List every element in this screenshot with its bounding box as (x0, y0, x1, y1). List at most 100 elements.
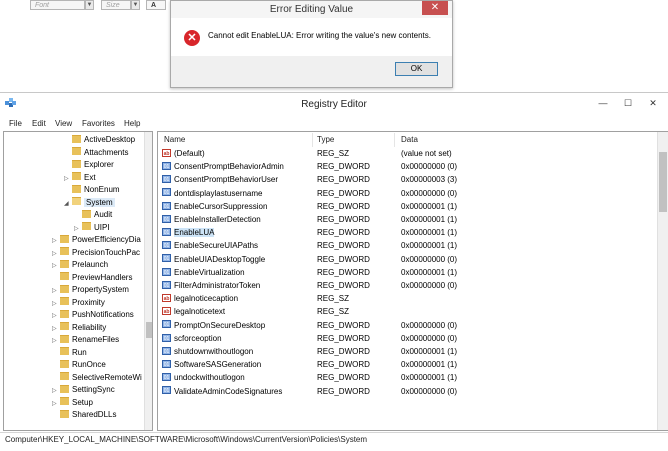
font-size-field[interactable]: Size (101, 0, 131, 10)
values-list-pane[interactable]: Name Type Data ab (Default) REG_SZ (value n… (157, 131, 668, 431)
expand-arrow-icon[interactable]: ▷ (52, 248, 58, 260)
value-type: REG_DWORD (317, 254, 370, 264)
tree-item[interactable]: Run (52, 347, 87, 359)
menu-favorites[interactable]: Favorites (82, 118, 115, 130)
value-row[interactable]: ab (Default) REG_SZ (value not set) (158, 147, 658, 160)
tree-item[interactable]: PreviewHandlers (52, 272, 132, 284)
value-row[interactable]: 01 EnableInstallerDetection REG_DWORD 0x000… (158, 213, 658, 226)
window-titlebar[interactable]: Registry Editor — ☐ ✕ (0, 93, 668, 117)
value-row[interactable]: 01 EnableLUA REG_DWORD 0x00000001 (1) (158, 226, 658, 239)
tree-item[interactable]: RunOnce (52, 359, 106, 371)
column-separator[interactable] (394, 133, 395, 147)
expand-arrow-icon[interactable]: ◢ (64, 198, 70, 210)
menu-help[interactable]: Help (124, 118, 140, 130)
dialog-titlebar[interactable]: Error Editing Value ✕ (171, 1, 452, 18)
string-value-icon: ab (162, 294, 171, 303)
tree-item[interactable]: ◢ System (64, 197, 115, 209)
list-scroll-thumb[interactable] (659, 152, 667, 212)
tree-item[interactable]: ▷ Setup (52, 397, 93, 409)
tree-item[interactable]: ▷ SettingSync (52, 384, 115, 396)
tree-item[interactable]: Audit (74, 209, 112, 221)
value-row[interactable]: 01 FilterAdministratorToken REG_DWORD 0x000… (158, 279, 658, 292)
value-row[interactable]: 01 scforceoption REG_DWORD 0x00000000 (0) (158, 332, 658, 345)
value-type: REG_DWORD (317, 386, 370, 396)
menu-edit[interactable]: Edit (32, 118, 46, 130)
value-row[interactable]: 01 ConsentPromptBehaviorUser REG_DWORD 0x00… (158, 173, 658, 186)
expand-arrow-icon[interactable]: ▷ (64, 173, 70, 185)
tree-vertical-scrollbar[interactable] (144, 132, 152, 430)
value-row[interactable]: 01 EnableSecureUIAPaths REG_DWORD 0x0000000… (158, 239, 658, 252)
column-header-data[interactable]: Data (401, 134, 418, 146)
tree-item-label: RenameFiles (72, 335, 120, 344)
font-dropdown-arrow-icon[interactable]: ▼ (85, 0, 94, 10)
tree-item[interactable]: Explorer (64, 159, 114, 171)
expand-arrow-icon[interactable]: ▷ (52, 335, 58, 347)
tree-item[interactable]: ▷ Ext (64, 172, 96, 184)
value-row[interactable]: ab legalnoticetext REG_SZ (158, 305, 658, 318)
dialog-close-button[interactable]: ✕ (422, 1, 448, 15)
column-separator[interactable] (312, 133, 313, 147)
font-color-button[interactable]: A (146, 0, 166, 10)
value-row[interactable]: 01 dontdisplaylastusername REG_DWORD 0x0000… (158, 187, 658, 200)
menu-view[interactable]: View (55, 118, 72, 130)
string-value-icon: ab (162, 307, 171, 316)
column-header-type[interactable]: Type (317, 134, 334, 146)
value-row[interactable]: ab legalnoticecaption REG_SZ (158, 292, 658, 305)
menu-file[interactable]: File (9, 118, 22, 130)
tree-item[interactable]: ▷ PowerEfficiencyDia (52, 234, 141, 246)
list-vertical-scrollbar[interactable] (657, 132, 668, 430)
expand-arrow-icon[interactable]: ▷ (52, 385, 58, 397)
value-data: 0x00000001 (1) (401, 241, 458, 251)
tree-item[interactable]: ▷ PushNotifications (52, 309, 134, 321)
tree-item[interactable]: ▷ Proximity (52, 297, 105, 309)
value-name: ValidateAdminCodeSignatures (174, 386, 283, 396)
column-header-name[interactable]: Name (164, 134, 185, 146)
folder-icon (72, 134, 81, 143)
tree-item-label: Run (72, 347, 87, 357)
tree-item[interactable]: ▷ PrecisionTouchPac (52, 247, 140, 259)
tree-item[interactable]: NonEnum (64, 184, 120, 196)
value-row[interactable]: 01 shutdownwithoutlogon REG_DWORD 0x0000000… (158, 345, 658, 358)
font-name-field[interactable]: Font (30, 0, 85, 10)
value-row[interactable]: 01 ValidateAdminCodeSignatures REG_DWORD 0x… (158, 385, 658, 398)
window-close-button[interactable]: ✕ (645, 97, 661, 109)
minimize-button[interactable]: — (595, 97, 611, 109)
value-data: 0x00000001 (1) (401, 373, 458, 383)
tree-item-label: SharedDLLs (72, 410, 117, 419)
value-row[interactable]: 01 undockwithoutlogon REG_DWORD 0x00000001 … (158, 371, 658, 384)
expand-arrow-icon[interactable]: ▷ (52, 310, 58, 322)
tree-item[interactable]: SelectiveRemoteWi (52, 372, 142, 384)
tree-scroll-thumb[interactable] (146, 322, 152, 338)
value-row[interactable]: 01 PromptOnSecureDesktop REG_DWORD 0x000000… (158, 319, 658, 332)
expand-arrow-icon[interactable]: ▷ (52, 398, 58, 410)
ok-button[interactable]: OK (395, 62, 438, 76)
size-dropdown-arrow-icon[interactable]: ▼ (131, 0, 140, 10)
tree-item[interactable]: ▷ RenameFiles (52, 334, 119, 346)
expand-arrow-icon[interactable]: ▷ (74, 223, 80, 235)
tree-item[interactable]: ▷ UIPI (74, 222, 110, 234)
tree-item[interactable]: SharedDLLs (52, 409, 116, 421)
folder-icon (72, 147, 81, 156)
tree-item[interactable]: Attachments (64, 147, 128, 159)
tree-item[interactable]: ▷ Reliability (52, 322, 106, 334)
maximize-button[interactable]: ☐ (620, 97, 636, 109)
value-row[interactable]: 01 EnableCursorSuppression REG_DWORD 0x0000… (158, 200, 658, 213)
expand-arrow-icon[interactable]: ▷ (52, 285, 58, 297)
value-type: REG_DWORD (317, 267, 370, 277)
value-row[interactable]: 01 ConsentPromptBehaviorAdmin REG_DWORD 0x0… (158, 160, 658, 173)
tree-item[interactable]: ▷ PropertySystem (52, 284, 129, 296)
dword-value-icon: 01 (162, 228, 171, 237)
value-row[interactable]: 01 EnableVirtualization REG_DWORD 0x0000000… (158, 266, 658, 279)
tree-item[interactable]: ActiveDesktop (64, 134, 135, 146)
expand-arrow-icon[interactable]: ▷ (52, 235, 58, 247)
value-row[interactable]: 01 SoftwareSASGeneration REG_DWORD 0x000000… (158, 358, 658, 371)
key-tree-pane[interactable]: ActiveDesktop Attachments Explorer ▷ Ext NonE… (3, 131, 153, 431)
value-row[interactable]: 01 EnableUIADesktopToggle REG_DWORD 0x00000… (158, 253, 658, 266)
expand-arrow-icon[interactable]: ▷ (52, 298, 58, 310)
dword-value-icon: 01 (162, 188, 171, 197)
expand-arrow-icon[interactable]: ▷ (52, 260, 58, 272)
expand-arrow-icon[interactable]: ▷ (52, 323, 58, 335)
tree-item[interactable]: ▷ Prelaunch (52, 259, 108, 271)
dword-value-icon: 01 (162, 346, 171, 355)
tree-item-label: PrecisionTouchPac (72, 247, 141, 257)
